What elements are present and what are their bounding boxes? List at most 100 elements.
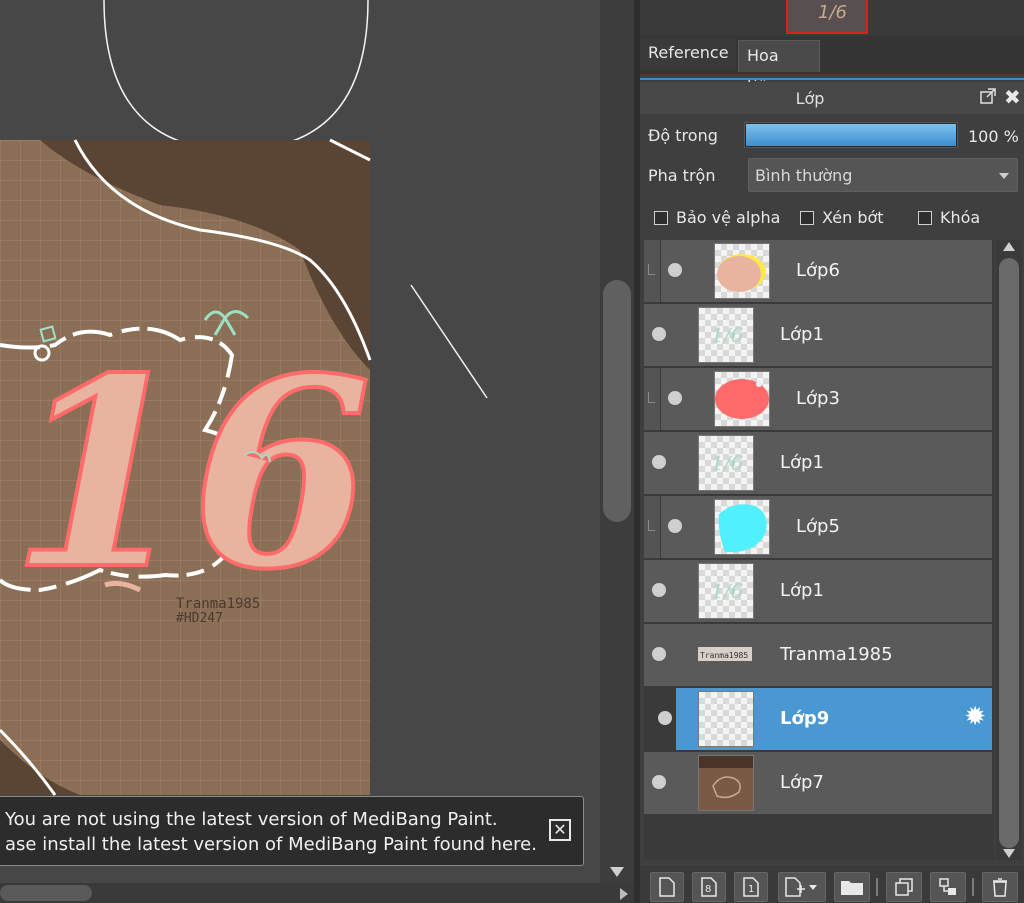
svg-text:8: 8 [705, 884, 711, 895]
layer-row[interactable]: 1/6 Lớp1 [644, 432, 992, 496]
new-layer-button[interactable] [650, 872, 684, 902]
scroll-down-arrow-icon[interactable] [610, 867, 624, 877]
layer-name[interactable]: Lớp9 [780, 708, 829, 729]
canvas-vertical-scroll-thumb[interactable] [603, 280, 631, 522]
text-sketch-icon[interactable]: 1/6 [698, 307, 754, 363]
peach-blob-icon[interactable] [714, 243, 770, 299]
tab-reference[interactable]: Reference [640, 38, 736, 70]
toolbar-separator [876, 878, 878, 896]
layer-row[interactable]: Lớp5 [644, 496, 992, 560]
merge-down-icon [939, 878, 956, 895]
toolbar-separator [972, 878, 974, 896]
layer-row[interactable]: Lớp9 ✹ [658, 688, 992, 752]
visibility-toggle-icon[interactable] [652, 327, 666, 341]
artwork-canvas[interactable]: 16 Tranma1985 #HD247 [0, 0, 600, 883]
visibility-toggle-icon[interactable] [652, 647, 666, 661]
layer-row[interactable]: Tranma1985 Tranma1985 [644, 624, 992, 688]
clipping-indicator-icon [644, 496, 661, 558]
navigator-viewport-frame[interactable]: 1/6 [786, 0, 868, 34]
delete-layer-button[interactable] [982, 872, 1018, 902]
lock-checkbox[interactable]: Khóa [918, 208, 980, 227]
layer-row[interactable]: 1/6 Lớp1 [644, 304, 992, 368]
tab-underline [640, 78, 1024, 80]
layer-name[interactable]: Lớp1 [780, 580, 824, 601]
layer-list-scrollbar[interactable] [996, 240, 1022, 860]
close-panel-icon[interactable]: ✖ [1004, 85, 1021, 109]
right-panel: 1/6 Reference Hoa tiêu Lớp ✖ Độ trong 10… [640, 0, 1024, 903]
red-blob-icon[interactable] [714, 371, 770, 427]
close-notification-button[interactable]: ✕ [549, 819, 571, 841]
new-1bit-layer-button[interactable]: 1 [734, 872, 768, 902]
popout-icon[interactable] [980, 88, 996, 104]
update-notification[interactable]: You are not using the latest version of … [0, 796, 584, 866]
visibility-toggle-icon[interactable] [668, 263, 682, 277]
layer-name[interactable]: Tranma1985 [780, 644, 893, 665]
artwork-signature: Tranma1985 [176, 596, 260, 612]
visibility-toggle-icon[interactable] [668, 519, 682, 533]
scroll-down-arrow-icon[interactable] [1003, 849, 1015, 858]
layer-name[interactable]: Lớp7 [780, 772, 824, 793]
navigator-preview[interactable]: 1/6 [640, 0, 1024, 36]
layer-row[interactable]: Lớp7 [644, 752, 992, 816]
blend-mode-label: Pha trộn [648, 166, 716, 185]
text-sketch-icon[interactable]: 1/6 [698, 435, 754, 491]
layer-list-scroll-thumb[interactable] [999, 258, 1019, 848]
canvas-vertical-scrollbar[interactable] [600, 0, 634, 883]
layer-name[interactable]: Lớp6 [796, 260, 840, 281]
scroll-right-arrow-icon[interactable] [620, 888, 628, 900]
layer-list[interactable]: Lớp6 1/6 Lớp1 Lớp3 1/6 Lớp1 Lớp5 1/6 Lớp1 Tranma1… [644, 240, 994, 860]
scroll-up-arrow-icon[interactable] [1003, 242, 1015, 251]
add-layer-menu-button[interactable] [778, 872, 826, 902]
svg-text:1/6: 1/6 [711, 579, 743, 603]
visibility-toggle-icon[interactable] [658, 711, 672, 725]
update-message-line2[interactable]: ase install the latest version of MediBa… [5, 834, 537, 855]
opacity-slider[interactable] [744, 122, 958, 148]
layer-name[interactable]: Lớp5 [796, 516, 840, 537]
1bit-layer-icon: 1 [743, 877, 759, 897]
canvas-horizontal-scroll-thumb[interactable] [0, 885, 92, 901]
visibility-toggle-icon[interactable] [652, 775, 666, 789]
new-8bit-layer-button[interactable]: 8 [692, 872, 726, 902]
canvas-horizontal-scrollbar[interactable] [0, 883, 634, 903]
cyan-blob-icon[interactable] [714, 499, 770, 555]
layer-name[interactable]: Lớp1 [780, 324, 824, 345]
merge-layer-button[interactable] [930, 872, 966, 902]
gear-icon[interactable]: ✹ [964, 704, 986, 730]
artwork-number: 16 [10, 322, 372, 627]
layer-panel-title: Lớp [795, 89, 825, 108]
layer-row[interactable]: Lớp3 [644, 368, 992, 432]
clipping-indicator-icon [644, 368, 661, 430]
blend-mode-select[interactable]: Bình thường [748, 158, 1018, 192]
svg-text:1/6: 1/6 [711, 451, 743, 475]
layer-name[interactable]: Lớp1 [780, 452, 824, 473]
duplicate-layer-button[interactable] [886, 872, 922, 902]
checkbox-box[interactable] [918, 210, 932, 225]
svg-text:1: 1 [748, 884, 754, 895]
clipping-label: Xén bớt [822, 208, 884, 227]
layer-row[interactable]: Lớp6 [644, 240, 992, 304]
new-folder-button[interactable] [834, 872, 870, 902]
clipping-checkbox[interactable]: Xén bớt [800, 208, 884, 227]
opacity-value: 100 % [968, 127, 1019, 146]
brown-background-icon[interactable] [698, 755, 754, 811]
layer-name[interactable]: Lớp3 [796, 388, 840, 409]
signature-icon[interactable]: Tranma1985 [698, 627, 754, 683]
canvas-area[interactable]: 16 Tranma1985 #HD247 You are not using t… [0, 0, 600, 883]
layer-row[interactable]: 1/6 Lớp1 [644, 560, 992, 624]
visibility-toggle-icon[interactable] [652, 583, 666, 597]
chevron-down-icon [999, 173, 1009, 179]
panel-tab-bar: Reference Hoa tiêu [640, 36, 1024, 95]
clipping-indicator-icon [644, 240, 661, 302]
checkbox-box[interactable] [800, 210, 814, 225]
empty-icon[interactable] [698, 691, 754, 747]
navigator-preview-text: 1/6 [818, 2, 847, 23]
add-layer-dropdown-icon [785, 877, 817, 897]
protect-alpha-checkbox[interactable]: Bảo vệ alpha [654, 208, 780, 227]
artwork-page: 16 Tranma1985 #HD247 [0, 138, 374, 796]
checkbox-box[interactable] [654, 210, 668, 225]
svg-text:1/6: 1/6 [711, 323, 743, 347]
text-sketch-icon[interactable]: 1/6 [698, 563, 754, 619]
tab-navigator[interactable]: Hoa tiêu [738, 40, 820, 95]
visibility-toggle-icon[interactable] [668, 391, 682, 405]
visibility-toggle-icon[interactable] [652, 455, 666, 469]
